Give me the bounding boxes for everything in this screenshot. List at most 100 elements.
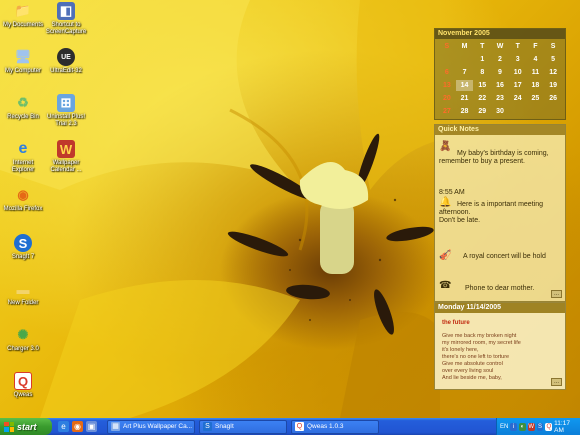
clock[interactable]: 11:17 AM [554, 420, 577, 434]
calendar-day[interactable]: 13 [438, 80, 456, 91]
firefox-icon: ◉ [17, 187, 29, 202]
desktop-icon-my-documents[interactable]: 📁 My Documents [0, 2, 46, 29]
task-button-snagit[interactable]: S SnagIt [199, 419, 287, 434]
desktop-icon-charger[interactable]: ✺ Charger 3.0 [0, 326, 46, 353]
tray-qweas-icon[interactable]: Q [545, 422, 553, 431]
calendar-day[interactable]: 6 [438, 67, 456, 78]
desktop-icon-qweas[interactable]: Q Qweas [0, 372, 46, 399]
note-item[interactable]: ☎ Phone to dear mother. [439, 280, 563, 293]
calendar-day[interactable]: 21 [456, 93, 474, 104]
ie-quicklaunch-icon[interactable]: e [58, 421, 69, 432]
desktop-icon-ultraedit[interactable]: UE UltraEdit-32 [43, 48, 89, 75]
taskbar: start e ◉ ▣ ▦ Art Plus Wallpaper Ca... S… [0, 418, 580, 435]
snagit-task-icon: S [203, 422, 212, 431]
desktop-icon-recycle-bin[interactable]: ♻ Recycle Bin [0, 94, 46, 121]
start-label: start [17, 421, 37, 432]
start-button[interactable]: start [0, 418, 52, 435]
desktop-icon-snagit[interactable]: S SnagIt 7 [0, 234, 46, 261]
desktop-icon-label: UltraEdit-32 [50, 68, 82, 74]
calendar-grid: S M T W T F S 1 2 3 4 5 6 7 8 9 10 11 12 13 14 15 16 17 18 19 20 21… [435, 39, 565, 117]
meeting-icon: 🔔 [439, 197, 452, 208]
desktop-icon-uninstall-plus[interactable]: ⊞ Uninstall Plus! Trial 2.3 [43, 94, 89, 128]
calendar-day[interactable]: 29 [473, 106, 491, 117]
folder-documents-icon: 📁 [14, 3, 32, 18]
note-item[interactable]: 🎻 A royal concert will be hold [439, 250, 563, 261]
desktop-icon-my-computer[interactable]: 🖥 My Computer [0, 48, 46, 75]
firefox-quicklaunch-icon[interactable]: ◉ [72, 421, 83, 432]
calendar-weekday: S [444, 43, 450, 50]
calendar-day[interactable]: 12 [544, 67, 562, 78]
calendar-day[interactable]: 23 [491, 93, 509, 104]
desktop-icon-label: Uninstall Plus! Trial 2.3 [46, 114, 85, 127]
calendar-day[interactable]: 10 [509, 67, 527, 78]
calendar-day[interactable]: 2 [491, 54, 509, 65]
calendar-day[interactable]: 16 [491, 80, 509, 91]
calendar-day[interactable]: 14 [455, 80, 474, 91]
calendar-day[interactable]: 27 [438, 106, 456, 117]
calendar-day[interactable]: 1 [473, 54, 491, 65]
calendar-day[interactable]: 4 [527, 54, 545, 65]
poem-more-button[interactable]: ... [551, 378, 562, 386]
tray-wallpaper-icon[interactable]: W [527, 422, 535, 431]
calendar-day[interactable]: 25 [527, 93, 545, 104]
tray-snagit-icon[interactable]: S [536, 422, 544, 431]
calendar-empty [544, 106, 562, 117]
calendar-day[interactable]: 26 [544, 93, 562, 104]
tray-info-icon[interactable]: i [510, 422, 518, 431]
calendar-day[interactable]: 20 [438, 93, 456, 104]
calendar-empty [509, 106, 527, 117]
recycle-bin-icon: ♻ [17, 95, 29, 110]
desktop-icon-label: SnagIt 7 [11, 254, 35, 260]
calendar-day[interactable]: 19 [544, 80, 562, 91]
calendar-day[interactable]: 18 [527, 80, 545, 91]
poem-line: there's no one left to torture [442, 354, 510, 360]
calendar-empty [456, 54, 474, 65]
calendar-day[interactable]: 24 [509, 93, 527, 104]
desktop-icon-label: Shortcut to ScreenCapture [45, 22, 87, 35]
desktop-icon-mozilla-firefox[interactable]: ◉ Mozilla Firefox [0, 186, 46, 213]
poem-line: over every living soul [442, 368, 494, 374]
teddy-bear-icon: 🧸 [439, 141, 452, 152]
task-button-art-plus-wallpaper[interactable]: ▦ Art Plus Wallpaper Ca... [107, 419, 195, 434]
calendar-day[interactable]: 3 [509, 54, 527, 65]
calendar-day[interactable]: 30 [491, 106, 509, 117]
calendar-day[interactable]: 8 [473, 67, 491, 78]
poem-date: Monday 11/14/2005 [435, 303, 565, 313]
note-text: Phone to dear mother. [465, 285, 535, 292]
task-label: Art Plus Wallpaper Ca... [123, 423, 193, 430]
desktop-icon-new-folder[interactable]: ▬ New Folder [0, 280, 46, 307]
desktop-icon-label: Charger 3.0 [7, 346, 39, 352]
language-indicator[interactable]: EN [500, 424, 508, 430]
task-button-qweas[interactable]: Q Qweas 1.0.3 [291, 419, 379, 434]
note-text: A royal concert will be hold [463, 253, 546, 260]
calendar-day[interactable]: 22 [473, 93, 491, 104]
calendar-day[interactable]: 15 [473, 80, 491, 91]
calendar-day[interactable]: 5 [544, 54, 562, 65]
calendar-weekday: M [461, 43, 468, 50]
desktop-icon-label: Recycle Bin [7, 114, 39, 120]
note-text: My baby's birthday is coming, remember t… [439, 150, 549, 165]
calendar-day[interactable]: 17 [509, 80, 527, 91]
desktop-icon-internet-explorer[interactable]: e Internet Explorer [0, 140, 46, 174]
calendar-empty [438, 54, 456, 65]
desktop-icon-wallpaper-calendar[interactable]: W Wallpaper Calendar ... [43, 140, 89, 174]
calendar-day[interactable]: 9 [491, 67, 509, 78]
show-desktop-icon[interactable]: ▣ [86, 421, 97, 432]
desktop[interactable]: 📁 My Documents ◧ Shortcut to ScreenCaptu… [0, 0, 580, 418]
note-item[interactable]: 🧸 My baby's birthday is coming, remember… [439, 141, 563, 166]
desktop-icon-shortcut-screencapture[interactable]: ◧ Shortcut to ScreenCapture [43, 2, 89, 36]
poem-line: Give me back my broken night [442, 333, 517, 339]
calendar-day[interactable]: 7 [456, 67, 474, 78]
calendar-day[interactable]: 11 [527, 67, 545, 78]
notes-more-button[interactable]: ... [551, 290, 562, 298]
desktop-icon-label: Qweas [13, 392, 33, 398]
computer-icon: 🖥 [14, 49, 32, 64]
calendar-day[interactable]: 28 [456, 106, 474, 117]
note-item[interactable]: 🔔 Here is a important meeting afternoon.… [439, 197, 563, 225]
calendar-weekday: S [550, 43, 556, 50]
phone-icon: ☎ [439, 280, 452, 291]
tray-network-icon[interactable]: ◐ [519, 422, 526, 431]
windows-logo-icon [4, 421, 14, 432]
tulip-pistil [299, 162, 369, 274]
poem-widget: Monday 11/14/2005 the future Give me bac… [434, 302, 566, 390]
